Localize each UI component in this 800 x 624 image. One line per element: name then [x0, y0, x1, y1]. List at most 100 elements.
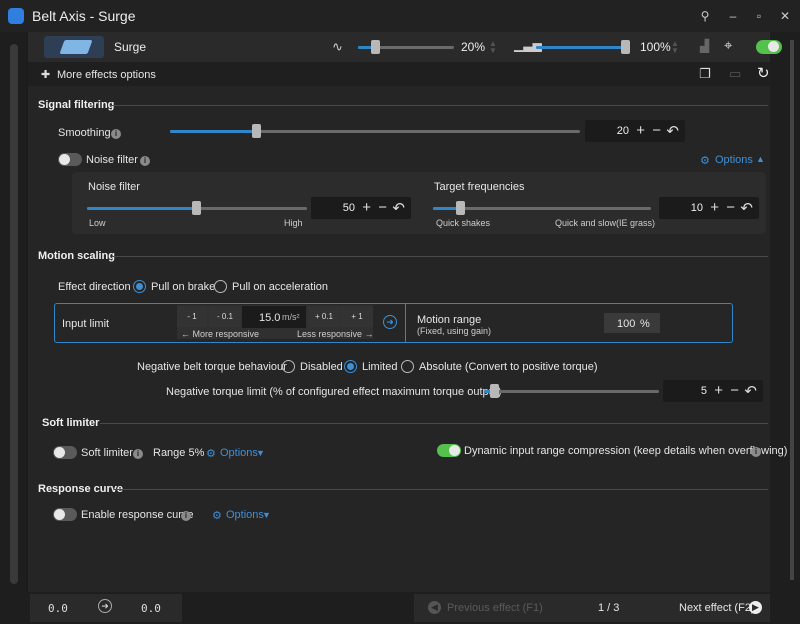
minus-icon[interactable]: −: [652, 122, 661, 139]
noise-filter-value[interactable]: 50: [343, 202, 355, 214]
motion-range-sub: (Fixed, using gain): [417, 326, 492, 336]
gear-icon[interactable]: ⚙: [700, 154, 710, 167]
pull-on-brake-radio[interactable]: [133, 280, 146, 293]
motion-range-label: Motion range: [417, 314, 482, 326]
soft-limiter-options-link[interactable]: Options: [220, 447, 258, 459]
plus-0.1-button[interactable]: + 0.1: [308, 307, 340, 327]
chevron-down-icon[interactable]: ▼: [256, 448, 265, 458]
waveform-icon: ∿: [332, 39, 343, 54]
crosshair-icon[interactable]: ⌖: [724, 37, 732, 54]
effect-thumbnail: [44, 36, 104, 58]
pull-on-acceleration-radio[interactable]: [214, 280, 227, 293]
info-icon[interactable]: i: [111, 127, 121, 139]
left-scrollbar[interactable]: [10, 44, 18, 584]
neg-limit-value-box: 5 + − ↶: [663, 380, 763, 402]
effect-direction-label: Effect direction: [58, 281, 131, 293]
signal-filtering-header: Signal filtering: [38, 99, 115, 111]
info-icon[interactable]: i: [181, 509, 191, 521]
info-icon[interactable]: i: [751, 445, 761, 457]
effect-enabled-toggle[interactable]: [756, 40, 782, 54]
noise-filter-toggle[interactable]: [58, 153, 82, 166]
more-effects-options-link[interactable]: More effects options: [57, 69, 156, 81]
arrow-left-circle-icon[interactable]: ◀: [428, 601, 441, 614]
plus-icon[interactable]: +: [710, 199, 719, 216]
gear-icon[interactable]: ⚙: [206, 447, 216, 460]
smoothing-slider-thumb[interactable]: [252, 124, 261, 138]
minimize-button[interactable]: –: [722, 6, 744, 26]
motion-range-unit: %: [640, 318, 650, 330]
target-frequencies-label: Target frequencies: [434, 181, 525, 193]
minus-icon[interactable]: −: [378, 199, 387, 216]
divider: [405, 304, 406, 342]
target-freq-value[interactable]: 10: [691, 202, 703, 214]
intensity-slider-thumb[interactable]: [621, 40, 630, 54]
smoothing-value[interactable]: 20: [617, 125, 629, 137]
info-icon[interactable]: i: [140, 154, 150, 166]
minus-0.1-button[interactable]: - 0.1: [209, 307, 241, 327]
intensity-spinner[interactable]: ▲ ▼: [671, 40, 679, 55]
target-freq-slider-track[interactable]: [433, 207, 651, 210]
pull-on-acceleration-label: Pull on acceleration: [232, 281, 329, 293]
reset-icon[interactable]: ↶: [392, 199, 405, 217]
more-responsive-label: ← More responsive: [181, 329, 260, 339]
volume-spinner[interactable]: ▲ ▼: [489, 40, 497, 55]
target-freq-slider-thumb[interactable]: [456, 201, 465, 215]
neg-limit-slider-track[interactable]: [484, 390, 659, 393]
minus-icon[interactable]: −: [730, 382, 739, 399]
neg-torque-absolute-label: Absolute (Convert to positive torque): [419, 361, 598, 373]
arrow-right-circle-icon[interactable]: ▶: [749, 601, 762, 614]
right-scrollbar[interactable]: [790, 40, 794, 580]
neg-torque-label: Negative belt torque behaviour: [137, 361, 287, 373]
close-button[interactable]: ✕: [774, 6, 796, 26]
info-icon[interactable]: i: [133, 447, 143, 459]
signal-bars-icon: ▁▃▅: [514, 38, 542, 52]
soft-limiter-label: Soft limiter: [81, 447, 133, 459]
previous-effect-button[interactable]: Previous effect (F1): [447, 602, 543, 614]
plus-1-button[interactable]: + 1: [341, 307, 373, 327]
reset-icon[interactable]: ↻: [757, 64, 770, 82]
reset-icon[interactable]: ↶: [666, 122, 679, 140]
input-limit-label: Input limit: [62, 318, 110, 330]
neg-torque-disabled-radio[interactable]: [282, 360, 295, 373]
soft-limiter-toggle[interactable]: [53, 446, 77, 459]
chevron-up-icon[interactable]: ▲: [756, 154, 765, 164]
less-responsive-label: Less responsive →: [297, 329, 374, 339]
plus-icon[interactable]: +: [362, 199, 371, 216]
smoothing-label: Smoothing: [58, 127, 111, 139]
minus-icon[interactable]: −: [726, 199, 735, 216]
input-limit-value[interactable]: 15.0: [259, 312, 280, 324]
maximize-button[interactable]: ▫: [748, 6, 770, 26]
neg-torque-limited-label: Limited: [362, 361, 398, 373]
gear-icon[interactable]: ⚙: [212, 509, 222, 522]
telemetry-right-value: 0.0: [141, 602, 161, 615]
reset-icon[interactable]: ↶: [744, 382, 757, 400]
chart-icon[interactable]: ▟: [700, 39, 709, 53]
telemetry-left-value: 0.0: [48, 602, 68, 615]
arrow-right-circle-icon: ➜: [98, 599, 112, 613]
neg-torque-absolute-radio[interactable]: [401, 360, 414, 373]
chevron-down-icon[interactable]: ▼: [262, 510, 271, 520]
noise-filter-toggle-label: Noise filter: [86, 154, 138, 166]
paste-icon[interactable]: ▭: [729, 66, 741, 82]
plus-icon[interactable]: +: [636, 122, 645, 139]
reset-icon[interactable]: ↶: [740, 199, 753, 217]
neg-torque-limited-radio[interactable]: [344, 360, 357, 373]
volume-slider-thumb[interactable]: [371, 40, 380, 54]
noise-filter-slider-thumb[interactable]: [192, 201, 201, 215]
pin-icon[interactable]: ⚲: [694, 6, 716, 26]
response-curve-toggle[interactable]: [53, 508, 77, 521]
neg-limit-slider-thumb[interactable]: [490, 384, 499, 398]
noise-filter-value-box: 50 + − ↶: [311, 197, 411, 219]
target-freq-value-box: 10 + − ↶: [659, 197, 759, 219]
neg-limit-value[interactable]: 5: [701, 385, 707, 397]
dynamic-compression-toggle[interactable]: [437, 444, 461, 457]
minus-1-button[interactable]: - 1: [177, 307, 207, 327]
noise-options-link[interactable]: Options: [715, 154, 753, 166]
copy-icon[interactable]: ❐: [699, 66, 711, 82]
soft-limiter-header: Soft limiter: [42, 417, 100, 429]
plus-icon[interactable]: +: [714, 382, 723, 399]
next-effect-button[interactable]: Next effect (F2): [679, 602, 755, 614]
response-curve-options-link[interactable]: Options: [226, 509, 264, 521]
quick-shakes-label: Quick shakes: [436, 218, 491, 228]
smoothing-value-box: 20 + − ↶: [585, 120, 685, 142]
